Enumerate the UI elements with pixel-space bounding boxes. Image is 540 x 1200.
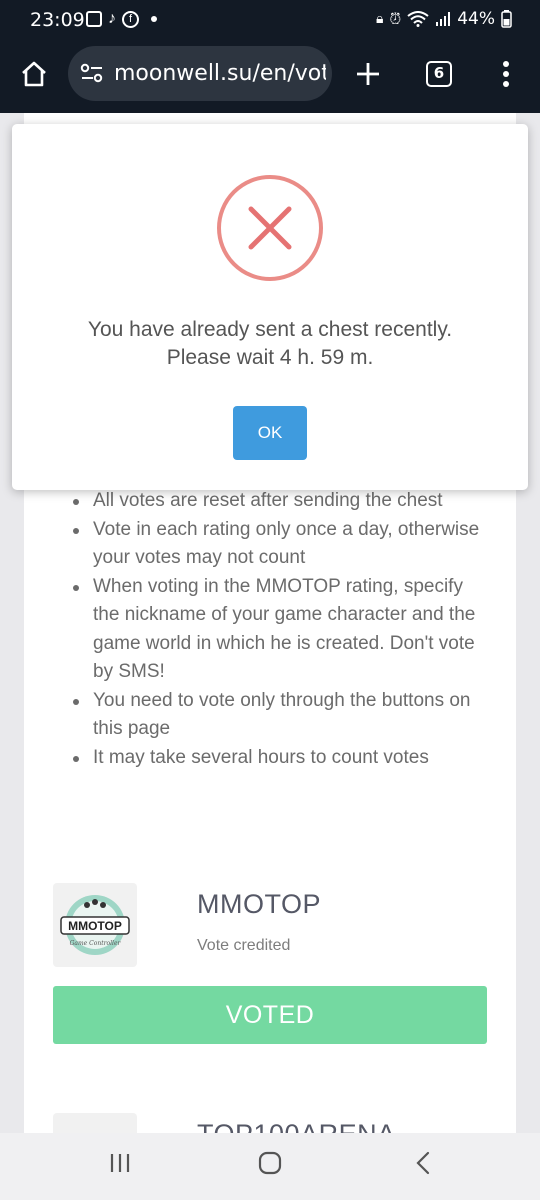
service-name: MMOTOP	[197, 889, 321, 919]
clock: 23:09	[30, 9, 85, 31]
rule-item: Vote in each rating only once a day, oth…	[69, 516, 489, 573]
top100arena-logo	[53, 1113, 137, 1133]
voted-button[interactable]: VOTED	[53, 986, 487, 1044]
error-x-icon	[217, 175, 323, 281]
back-icon[interactable]	[412, 1151, 436, 1175]
status-bar: 23:09 ♪ f 🔒︎ ⏰︎ 44%	[0, 0, 540, 40]
site-settings-icon[interactable]	[80, 62, 104, 84]
rule-item: It may take several hours to count votes	[69, 744, 489, 773]
error-dialog: You have already sent a chest recently. …	[12, 124, 528, 490]
dialog-message: You have already sent a chest recently. …	[12, 316, 528, 372]
ok-button[interactable]: OK	[233, 406, 307, 460]
home-nav-icon[interactable]	[258, 1151, 282, 1175]
lock-icon: 🔒︎	[376, 11, 384, 27]
rule-item: You need to vote only through the button…	[69, 687, 489, 744]
vote-status: Vote credited	[197, 937, 291, 954]
battery-percent: 44%	[457, 9, 495, 29]
wifi-icon	[407, 11, 429, 27]
system-icons: 🔒︎ ⏰︎ 44%	[376, 9, 512, 29]
more-notifications-icon	[151, 16, 157, 22]
recent-apps-icon[interactable]	[108, 1151, 132, 1175]
rule-item: When voting in the MMOTOP rating, specif…	[69, 573, 489, 687]
notification-icons: ♪ f	[86, 10, 157, 28]
new-tab-icon[interactable]	[354, 60, 382, 88]
mmotop-logo: MMOTOP Game Controller	[53, 883, 137, 967]
battery-icon	[501, 10, 512, 28]
overflow-menu-icon[interactable]	[500, 60, 512, 88]
mmotop-logo-subtext: Game Controller	[70, 940, 122, 947]
home-icon[interactable]	[20, 60, 48, 88]
tab-switcher-button[interactable]: 6	[426, 61, 452, 87]
address-bar[interactable]: moonwell.su/en/vote	[68, 46, 332, 101]
system-navigation-bar	[0, 1133, 540, 1200]
service-name: TOP100ARENA	[197, 1119, 396, 1133]
dialog-message-line2: Please wait 4 h. 59 m.	[166, 346, 374, 369]
alarm-icon: ⏰︎	[389, 10, 402, 28]
vote-rules-list: All votes are reset after sending the ch…	[69, 487, 489, 772]
rule-item: All votes are reset after sending the ch…	[69, 487, 489, 516]
gallery-icon	[86, 11, 102, 27]
facebook-icon: f	[122, 10, 139, 28]
dialog-message-line1: You have already sent a chest recently.	[87, 318, 453, 341]
signal-icon	[436, 12, 451, 26]
browser-toolbar: moonwell.su/en/vote 6	[0, 40, 540, 113]
tab-count: 6	[433, 64, 445, 82]
mmotop-logo-text: MMOTOP	[68, 919, 122, 933]
tiktok-icon: ♪	[108, 10, 116, 27]
url-text[interactable]: moonwell.su/en/vote	[114, 61, 326, 86]
